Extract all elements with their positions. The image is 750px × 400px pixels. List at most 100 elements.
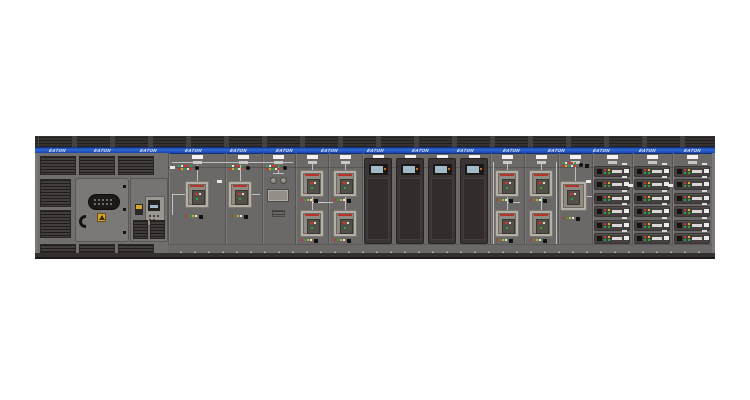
circuit-breaker[interactable] <box>300 170 324 197</box>
nameplate <box>536 155 547 165</box>
louver-vent <box>40 244 76 253</box>
louver-vent <box>133 220 148 239</box>
meter-door <box>130 178 168 242</box>
indicator-cluster[interactable] <box>562 162 584 170</box>
lamp-row[interactable] <box>563 217 581 222</box>
louver-vent <box>40 210 71 238</box>
mimic-riser <box>493 162 494 244</box>
indicator-cluster[interactable] <box>229 165 251 173</box>
control-knob[interactable] <box>270 177 277 184</box>
brand-logo: EATON <box>320 147 339 154</box>
hinge-dot <box>123 231 126 234</box>
hmi-display[interactable] <box>401 164 420 175</box>
lamp-row[interactable] <box>186 215 204 220</box>
relay-box <box>267 189 289 202</box>
circuit-breaker[interactable] <box>333 210 357 237</box>
breaker-window-icon <box>567 190 580 205</box>
lamp-row[interactable] <box>334 199 352 204</box>
nameplate <box>192 155 203 165</box>
lamp-row[interactable] <box>496 199 514 204</box>
breaker-window-icon <box>502 179 515 194</box>
circuit-breaker[interactable] <box>228 181 252 208</box>
display-door <box>396 158 424 244</box>
nameplate <box>687 155 698 165</box>
display-door <box>364 158 392 244</box>
brand-logo: EATON <box>411 147 430 154</box>
brand-logo: EATON <box>366 147 385 154</box>
pushbutton[interactable] <box>585 164 589 168</box>
brand-logo: EATON <box>502 147 521 154</box>
nameplate <box>607 155 618 165</box>
brand-logo: EATON <box>184 147 203 154</box>
lamp-row[interactable] <box>301 199 319 204</box>
nameplate <box>273 155 284 165</box>
louver-vent <box>79 156 115 175</box>
breaker-window-icon <box>307 219 320 234</box>
nameplate <box>502 155 513 165</box>
feeder-unit[interactable] <box>634 233 670 244</box>
circuit-breaker[interactable] <box>529 170 553 197</box>
brand-logo: EATON <box>547 147 566 154</box>
louver-vent <box>118 156 154 175</box>
multi-pin-connector-icon <box>88 194 120 210</box>
circuit-breaker[interactable] <box>333 170 357 197</box>
lamp-row[interactable] <box>530 199 548 204</box>
mimic-line <box>172 194 173 215</box>
hmi-display[interactable] <box>465 164 484 175</box>
mimic-line <box>172 194 185 195</box>
feeder-unit[interactable] <box>594 206 630 217</box>
louver-vent <box>79 244 115 253</box>
circuit-breaker[interactable] <box>495 170 519 197</box>
circuit-breaker[interactable] <box>560 181 587 211</box>
lamp-row[interactable] <box>231 215 249 220</box>
circuit-breaker[interactable] <box>300 210 324 237</box>
feeder-unit[interactable] <box>634 179 670 190</box>
hinge-dot <box>123 185 126 188</box>
hinge-dot <box>123 208 126 211</box>
louver-vent <box>40 179 71 207</box>
feeder-unit[interactable] <box>594 233 630 244</box>
door-panel <box>463 178 485 240</box>
feeder-unit[interactable] <box>674 179 710 190</box>
door-handle[interactable] <box>79 215 86 228</box>
hmi-display[interactable] <box>369 164 388 175</box>
warning-triangle-icon <box>97 213 106 222</box>
door-panel <box>431 178 453 240</box>
indicator-cluster[interactable] <box>266 165 288 173</box>
brand-logo: EATON <box>683 147 702 154</box>
circuit-breaker[interactable] <box>185 181 209 208</box>
switchgear-lineup-render: EATON EATON EATON EATON EATON EATON EATO… <box>0 0 750 400</box>
nameplate <box>647 155 658 165</box>
breaker-window-icon <box>340 219 353 234</box>
label-chip <box>628 184 633 187</box>
mimic-riser <box>556 162 557 244</box>
breaker-window-icon <box>536 219 549 234</box>
door-panel <box>399 178 421 240</box>
door-panel <box>367 178 389 240</box>
top-vent-band <box>35 136 715 147</box>
end-panel <box>35 153 38 253</box>
breaker-window-icon <box>502 219 515 234</box>
control-knob[interactable] <box>280 177 287 184</box>
feeder-unit[interactable] <box>674 206 710 217</box>
indicator-cluster[interactable] <box>178 165 200 173</box>
feeder-unit[interactable] <box>594 179 630 190</box>
circuit-breaker[interactable] <box>529 210 553 237</box>
feeder-unit[interactable] <box>674 233 710 244</box>
display-door <box>428 158 456 244</box>
generator-enclosure <box>38 153 168 253</box>
access-door[interactable] <box>75 178 129 242</box>
louver-vent <box>40 156 76 175</box>
circuit-breaker[interactable] <box>495 210 519 237</box>
plinth-base <box>35 253 715 259</box>
mimic-line <box>252 194 260 195</box>
brand-logo: EATON <box>592 147 611 154</box>
hmi-display[interactable] <box>433 164 452 175</box>
amber-switch[interactable] <box>135 204 143 215</box>
breaker-window-icon <box>192 190 205 205</box>
breaker-window-icon <box>235 190 248 205</box>
breaker-window-icon <box>307 179 320 194</box>
label-chip <box>586 180 591 183</box>
feeder-unit[interactable] <box>634 206 670 217</box>
brand-logo: EATON <box>456 147 475 154</box>
